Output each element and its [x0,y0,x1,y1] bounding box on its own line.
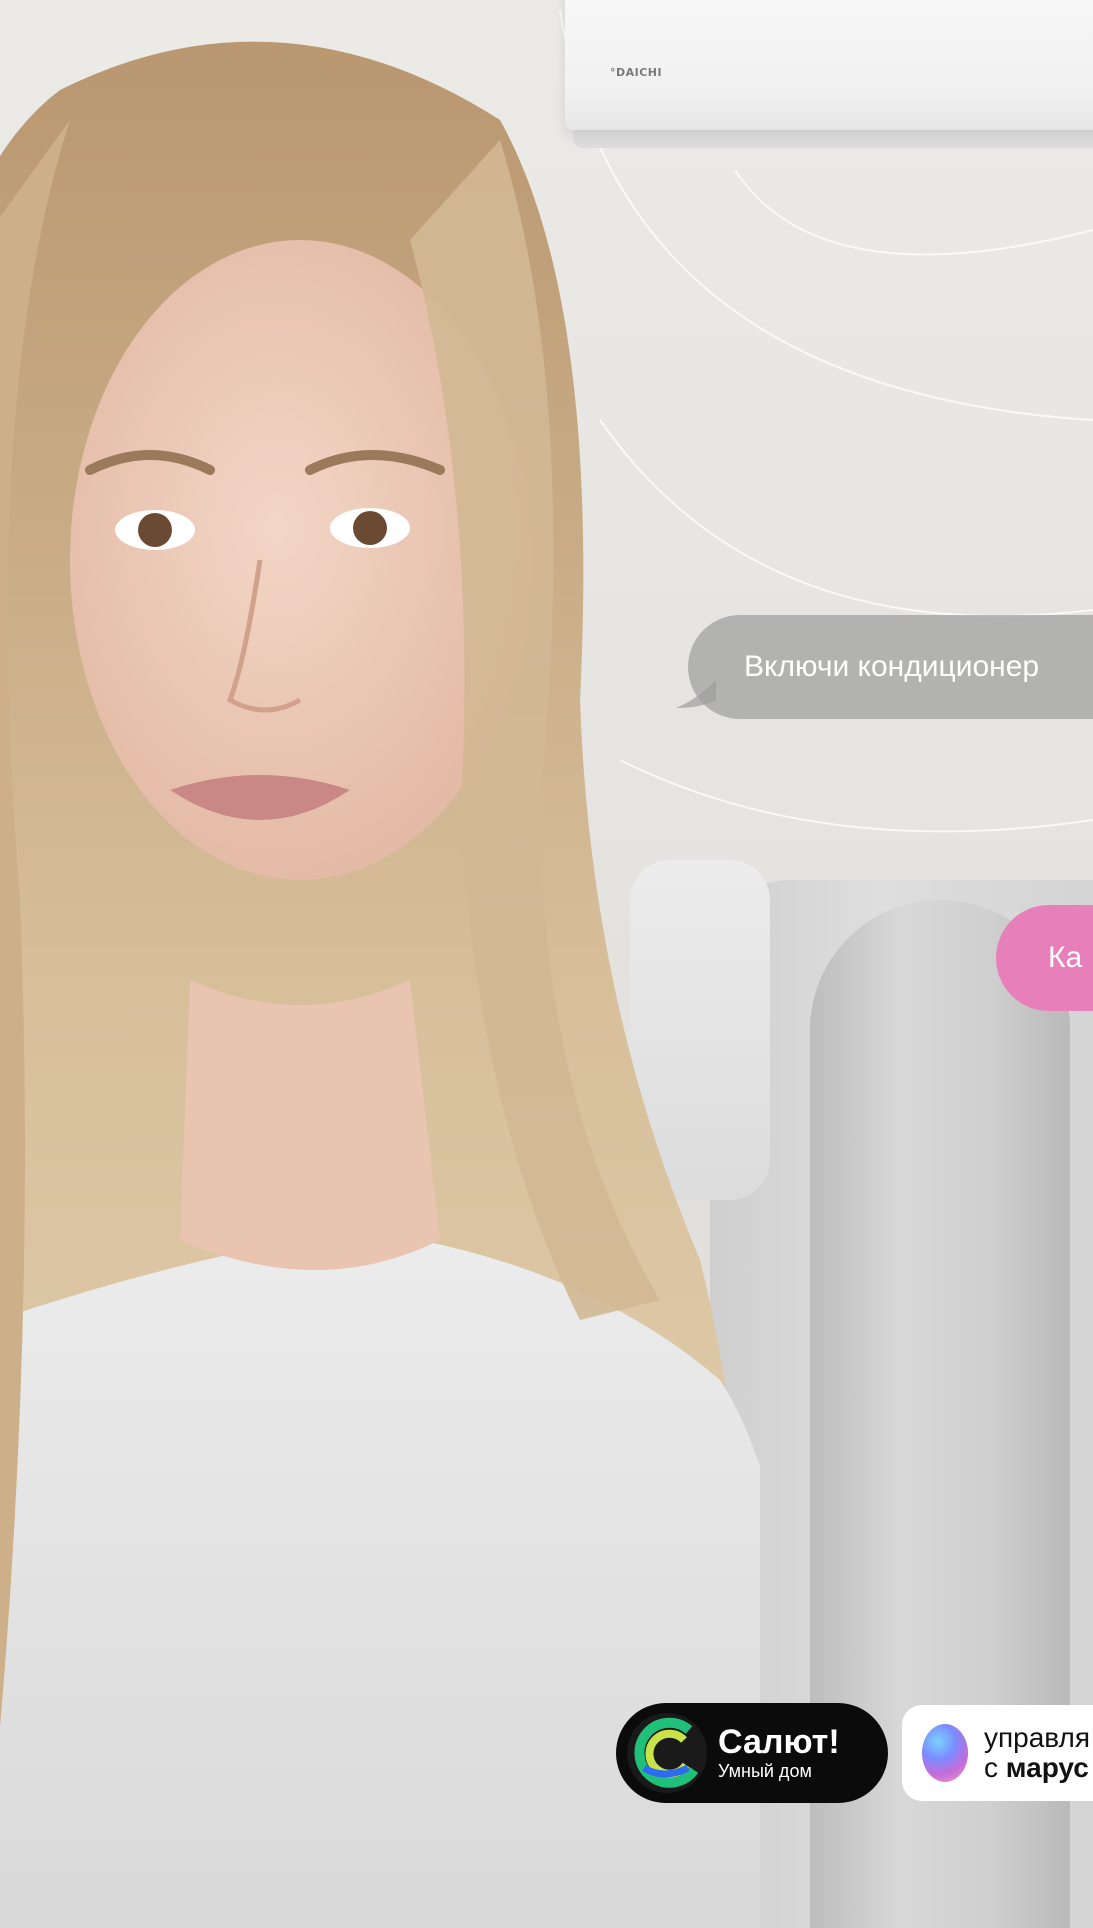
assistant-chat-bubble: Ка [996,905,1093,1011]
marusia-line-2: с марус [984,1753,1090,1783]
marusia-prefix: с [984,1752,1006,1783]
marusia-badge: управля с марус [902,1705,1093,1801]
user-message-text: Включи кондиционер [744,650,1040,683]
marusia-text: управля с марус [984,1723,1090,1783]
salut-smart-home-badge: Салют! Умный дом [616,1703,888,1803]
user-chat-bubble: Включи кондиционер [688,615,1093,719]
woman-portrait [0,41,760,1928]
marusia-brand: марус [1005,1752,1089,1783]
assistant-message-text: Ка [1048,941,1083,974]
salut-title: Салют! [718,1723,840,1761]
ad-scene: °DAICHI Включи кондиционер Ка Салют! Умн… [0,0,1093,1928]
salut-subtitle: Умный дом [718,1761,812,1781]
salut-text: Салют! Умный дом [718,1724,840,1782]
marusia-line-1: управля [984,1722,1091,1753]
salut-logo-icon [627,1713,707,1793]
marusia-orb-icon [922,1724,968,1782]
